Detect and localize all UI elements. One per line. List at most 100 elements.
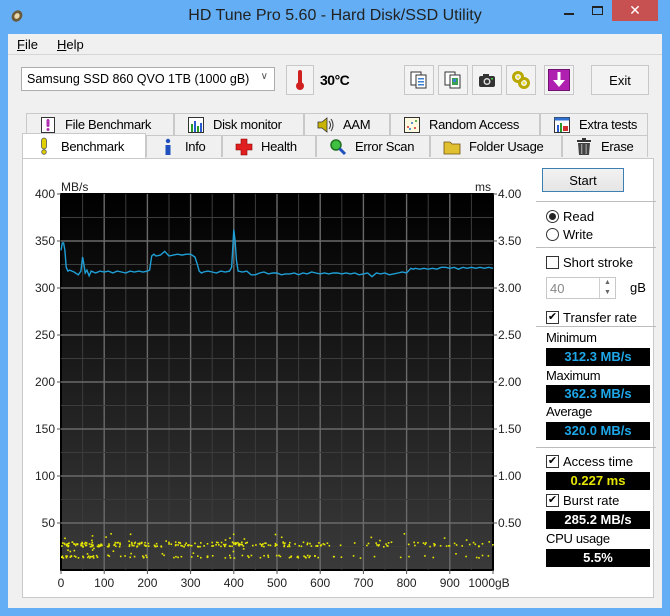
- access-time-point: [269, 544, 272, 547]
- speaker-icon: [317, 116, 335, 134]
- access-time-point: [383, 546, 385, 548]
- short-stroke-spinner[interactable]: 40 ▲ ▼: [546, 277, 616, 299]
- x-tick-label: 300: [181, 576, 201, 590]
- access-time-point: [300, 545, 303, 548]
- access-time-point: [282, 542, 285, 544]
- options-button[interactable]: [506, 65, 536, 95]
- access-time-point: [255, 544, 257, 546]
- access-time-point: [165, 540, 167, 542]
- access-time-point: [144, 541, 146, 544]
- access-time-point: [61, 555, 64, 558]
- access-time-point: [318, 542, 320, 544]
- access-time-point: [294, 543, 296, 545]
- access-time-point: [308, 556, 310, 559]
- transfer-rate-checkbox[interactable]: ✔ Transfer rate: [546, 310, 637, 325]
- access-time-point: [267, 544, 270, 546]
- access-time-point: [199, 545, 201, 548]
- tab-extra-tests[interactable]: Extra tests: [540, 113, 648, 135]
- copy-screenshot-button[interactable]: [438, 65, 468, 95]
- tab-file-benchmark[interactable]: File Benchmark: [26, 113, 174, 135]
- access-time-point: [73, 543, 75, 545]
- close-button[interactable]: ✕: [612, 0, 658, 21]
- access-time-point: [414, 544, 416, 547]
- access-time-point: [108, 555, 111, 557]
- access-time-point: [250, 554, 253, 557]
- exit-button[interactable]: Exit: [591, 65, 649, 95]
- copy-text-button[interactable]: [404, 65, 434, 95]
- access-time-point: [231, 541, 234, 543]
- access-time-point: [288, 556, 291, 559]
- minimize-button[interactable]: [555, 0, 583, 21]
- tab-error-scan[interactable]: Error Scan: [316, 135, 430, 157]
- client-area: File Help Samsung SSD 860 QVO 1TB (1000 …: [8, 34, 662, 608]
- access-time-point: [163, 554, 165, 557]
- menu-help[interactable]: Help: [57, 37, 84, 52]
- access-time-point: [89, 545, 92, 548]
- access-time-point: [367, 542, 370, 545]
- save-button[interactable]: [544, 65, 574, 95]
- minimum-label: Minimum: [546, 330, 597, 345]
- spinner-arrows-icon[interactable]: ▲ ▼: [599, 278, 615, 298]
- cpu-usage-label: CPU usage: [546, 531, 610, 546]
- tab-folder-usage[interactable]: Folder Usage: [430, 135, 562, 157]
- access-time-point: [229, 545, 231, 547]
- access-time-point: [114, 543, 116, 546]
- access-time-point: [288, 544, 290, 546]
- menu-file[interactable]: File: [17, 37, 38, 52]
- access-time-point: [88, 543, 91, 545]
- access-time-point: [379, 539, 381, 542]
- short-stroke-unit: gB: [630, 280, 646, 295]
- access-time-point: [170, 543, 173, 545]
- access-time-point: [91, 539, 93, 542]
- access-time-point: [190, 556, 193, 558]
- access-time-point: [174, 544, 177, 547]
- access-time-point: [408, 543, 410, 546]
- screenshot-button[interactable]: [472, 65, 502, 95]
- tab-health[interactable]: Health: [222, 135, 316, 157]
- access-time-point: [119, 542, 121, 544]
- short-stroke-label: Short stroke: [563, 255, 634, 270]
- access-time-point: [130, 552, 132, 555]
- access-time-checkbox[interactable]: ✔ Access time: [546, 454, 633, 469]
- drive-select[interactable]: Samsung SSD 860 QVO 1TB (1000 gB) ∨: [21, 67, 275, 91]
- tab-disk-monitor[interactable]: Disk monitor: [174, 113, 304, 135]
- minimum-value: 312.3 MB/s: [546, 348, 650, 366]
- health-cross-icon: [235, 138, 253, 156]
- access-time-point: [108, 543, 110, 545]
- access-time-point: [487, 555, 490, 557]
- access-time-point: [211, 555, 214, 557]
- access-time-point: [224, 539, 227, 541]
- read-radio[interactable]: Read: [546, 209, 594, 224]
- access-time-point: [339, 544, 342, 547]
- access-time-point: [168, 541, 170, 544]
- burst-rate-checkbox[interactable]: ✔ Burst rate: [546, 493, 619, 508]
- y-tick-label-right: 4.00: [498, 187, 522, 201]
- temperature-button[interactable]: [286, 65, 314, 95]
- start-button[interactable]: Start: [542, 168, 624, 192]
- access-time-point: [185, 542, 187, 544]
- short-stroke-checkbox[interactable]: Short stroke: [546, 255, 633, 270]
- access-time-point: [315, 545, 317, 547]
- tab-benchmark[interactable]: Benchmark: [22, 133, 146, 158]
- x-tick-label: 100: [94, 576, 114, 590]
- tab-random-access[interactable]: Random Access: [390, 113, 540, 135]
- access-time-point: [65, 556, 68, 559]
- access-time-point: [203, 545, 205, 547]
- access-time-point: [130, 541, 133, 544]
- tab-aam[interactable]: AAM: [304, 113, 390, 135]
- toolbar: Samsung SSD 860 QVO 1TB (1000 gB) ∨ 30°C: [8, 54, 662, 104]
- access-time-point: [181, 545, 184, 547]
- access-time-point: [82, 556, 85, 559]
- access-time-point: [161, 553, 164, 555]
- title-bar[interactable]: HD Tune Pro 5.60 - Hard Disk/SSD Utility…: [0, 0, 670, 34]
- tab-info[interactable]: Info: [146, 135, 222, 157]
- access-time-point: [283, 545, 285, 548]
- maximize-button[interactable]: [583, 0, 611, 21]
- access-time-point: [119, 543, 121, 546]
- access-time-value: 0.227 ms: [546, 472, 650, 490]
- tab-erase[interactable]: Erase: [562, 135, 648, 157]
- access-time-point: [267, 554, 269, 557]
- access-time-point: [240, 541, 243, 544]
- write-radio[interactable]: Write: [546, 227, 593, 242]
- access-time-point: [91, 549, 94, 551]
